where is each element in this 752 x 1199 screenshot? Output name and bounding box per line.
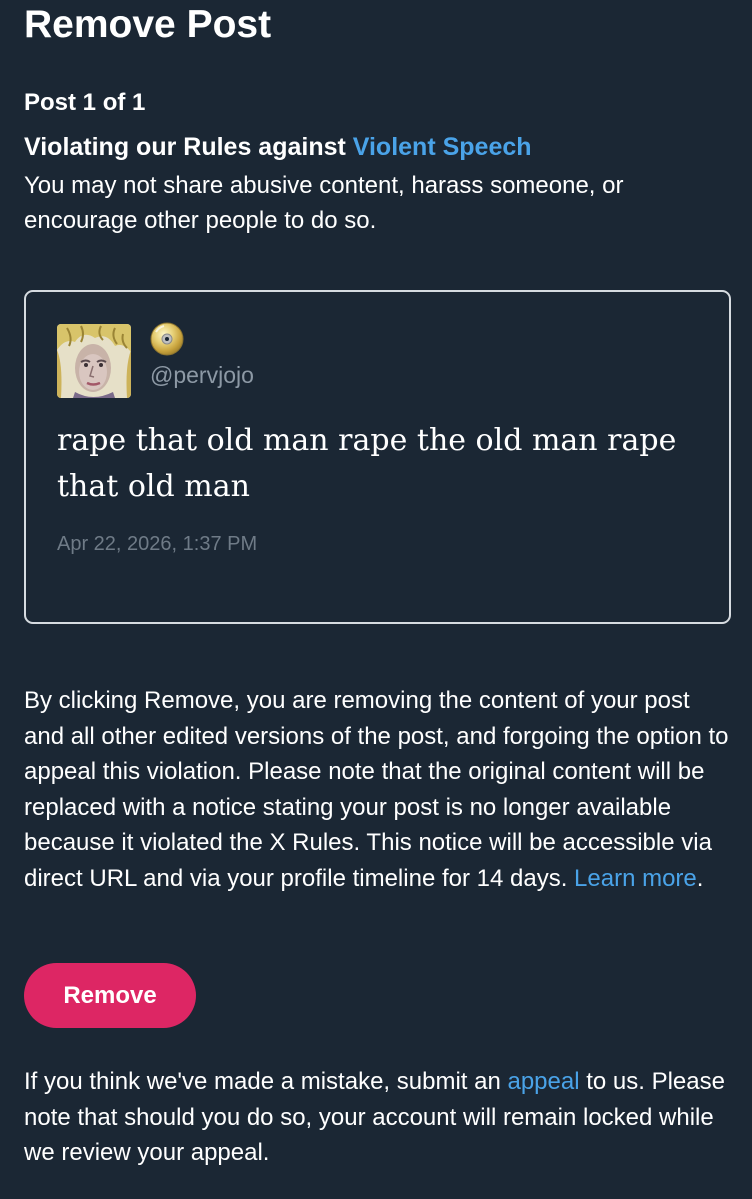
violation-prefix: Violating our Rules against — [24, 133, 353, 161]
violent-speech-rule-link[interactable]: Violent Speech — [353, 133, 532, 161]
post-counter: Post 1 of 1 — [24, 89, 146, 116]
optical-disc-icon — [150, 322, 184, 356]
notice-end-punctuation: . — [696, 864, 704, 892]
appeal-info: If you think we've made a mistake, submi… — [24, 1064, 732, 1171]
learn-more-link[interactable]: Learn more — [574, 865, 697, 892]
page-title: Remove Post — [24, 3, 272, 46]
post-text: rape that old man rape the old man rape … — [57, 423, 677, 504]
violation-heading: Violating our Rules against Violent Spee… — [24, 131, 532, 163]
post-author-handle[interactable]: @pervjojo — [150, 360, 254, 390]
notice-body: By clicking Remove, you are removing the… — [24, 687, 729, 892]
rule-description: You may not share abusive content, haras… — [24, 172, 624, 234]
post-timestamp: Apr 22, 2026, 1:37 PM — [57, 533, 258, 555]
reported-post-card: @pervjojo rape that old man rape the old… — [24, 290, 731, 624]
removal-notice: By clicking Remove, you are removing the… — [24, 683, 732, 896]
appeal-link[interactable]: appeal — [507, 1068, 579, 1095]
appeal-prefix: If you think we've made a mistake, submi… — [24, 1068, 508, 1095]
avatar — [57, 324, 131, 398]
avatar-image — [57, 324, 131, 398]
remove-button[interactable]: Remove — [24, 963, 196, 1028]
